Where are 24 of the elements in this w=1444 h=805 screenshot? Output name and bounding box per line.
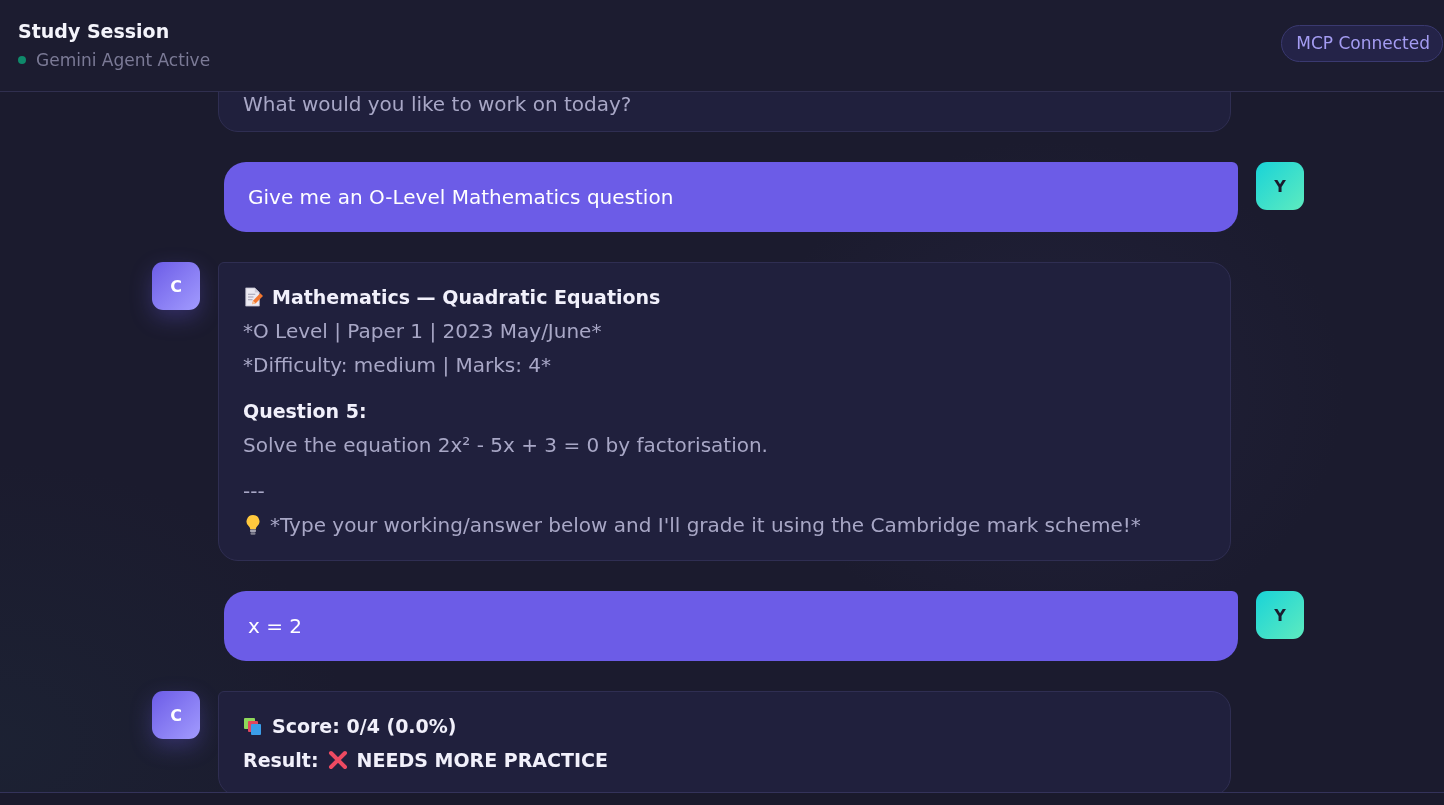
session-title: Study Session <box>18 19 171 44</box>
cross-icon <box>327 750 348 770</box>
memo-icon <box>243 287 263 307</box>
tip-text: *Type your working/answer below and I'll grade it using the Cambridge mark scheme!* <box>270 512 1141 539</box>
result-label: Result: <box>243 748 319 773</box>
message-text: What would you like to work on today? <box>243 92 632 116</box>
question-label: Question 5: <box>243 399 367 424</box>
question-title: Mathematics — Quadratic Equations <box>272 285 661 310</box>
connection-badge: MCP Connected <box>1281 25 1443 62</box>
lightbulb-icon <box>245 514 261 536</box>
books-icon <box>243 716 263 736</box>
message-text: --- <box>243 478 265 505</box>
status-text: Gemini Agent Active <box>36 49 211 72</box>
message-text: *Difficulty: medium | Marks: 4* <box>243 352 552 379</box>
user-avatar: Y <box>1256 591 1304 639</box>
user-message: x = 2 <box>224 591 1238 661</box>
user-avatar: Y <box>1256 162 1304 210</box>
result-text: NEEDS MORE PRACTICE <box>356 748 608 773</box>
assistant-avatar: C <box>152 262 200 310</box>
message-text: *O Level | Paper 1 | 2023 May/June* <box>243 318 602 345</box>
message-text: Solve the equation 2x² - 5x + 3 = 0 by factorisation. <box>243 432 768 459</box>
user-message: Give me an O-Level Mathematics question <box>224 162 1238 232</box>
score-text: Score: 0/4 (0.0%) <box>272 714 457 739</box>
assistant-avatar: C <box>152 691 200 739</box>
